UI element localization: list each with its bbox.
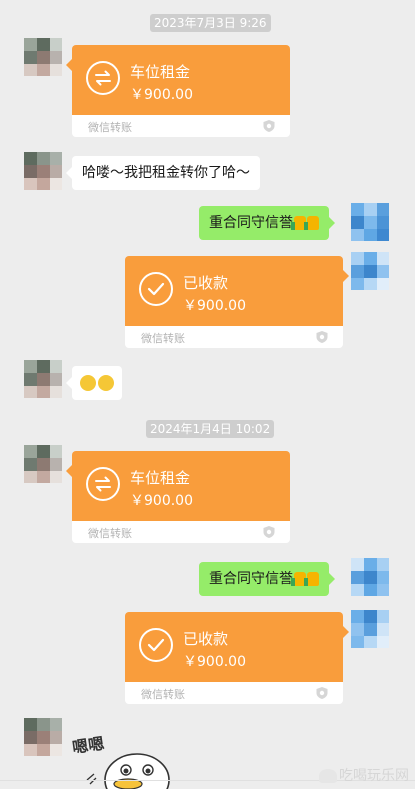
message-text: 重合同守信誉 (209, 215, 293, 231)
transfer-title: 车位租金 (130, 63, 191, 81)
transfer-title: 已收款 (183, 274, 229, 292)
transfer-amount: ￥900.00 (183, 654, 246, 670)
my-avatar[interactable] (351, 558, 389, 596)
message-text: 重合同守信誉 (209, 571, 293, 587)
timestamp: 2023年7月3日 9:26 (150, 14, 271, 32)
duck-icon (86, 753, 170, 789)
thumbs-up-icon (304, 572, 319, 586)
contact-avatar[interactable] (24, 360, 62, 398)
shield-icon (316, 331, 328, 343)
transfer-footer: 微信转账 (141, 332, 185, 345)
shield-icon (263, 120, 275, 132)
transfer-footer: 微信转账 (141, 688, 185, 701)
message-text: 哈喽～我把租金转你了哈～ (82, 165, 250, 181)
shield-icon (316, 687, 328, 699)
exchange-icon (86, 467, 120, 501)
thumbs-up-icon (304, 216, 319, 230)
exchange-icon (86, 61, 120, 95)
transfer-card[interactable]: 已收款 ￥900.00 微信转账 (125, 256, 349, 348)
transfer-amount: ￥900.00 (130, 87, 193, 103)
timestamp: 2024年1月4日 10:02 (146, 420, 275, 438)
logo-icon (319, 769, 337, 783)
watermark: 吃喝玩乐网 (319, 765, 409, 785)
my-avatar[interactable] (351, 252, 389, 290)
transfer-card[interactable]: 已收款 ￥900.00 微信转账 (125, 612, 349, 704)
transfer-card[interactable]: 车位租金 ￥900.00 微信转账 (66, 451, 290, 543)
transfer-footer: 微信转账 (88, 527, 132, 540)
check-icon (139, 628, 173, 662)
transfer-footer: 微信转账 (88, 121, 132, 134)
sneaky-face-emoji-icon (80, 375, 96, 391)
contact-avatar[interactable] (24, 38, 62, 76)
transfer-amount: ￥900.00 (183, 298, 246, 314)
transfer-card[interactable]: 车位租金 ￥900.00 微信转账 (66, 45, 290, 137)
check-icon (139, 272, 173, 306)
message-bubble[interactable]: 重合同守信誉 (199, 562, 335, 596)
transfer-title: 车位租金 (130, 469, 191, 487)
my-avatar[interactable] (351, 203, 389, 241)
emoji-message-bubble[interactable] (66, 366, 122, 400)
transfer-title: 已收款 (183, 630, 229, 648)
message-bubble[interactable]: 哈喽～我把租金转你了哈～ (66, 156, 260, 190)
message-bubble[interactable]: 重合同守信誉 (199, 206, 335, 240)
my-avatar[interactable] (351, 610, 389, 648)
contact-avatar[interactable] (24, 445, 62, 483)
shield-icon (263, 526, 275, 538)
contact-avatar[interactable] (24, 718, 62, 756)
contact-avatar[interactable] (24, 152, 62, 190)
sneaky-face-emoji-icon (98, 375, 114, 391)
transfer-amount: ￥900.00 (130, 493, 193, 509)
